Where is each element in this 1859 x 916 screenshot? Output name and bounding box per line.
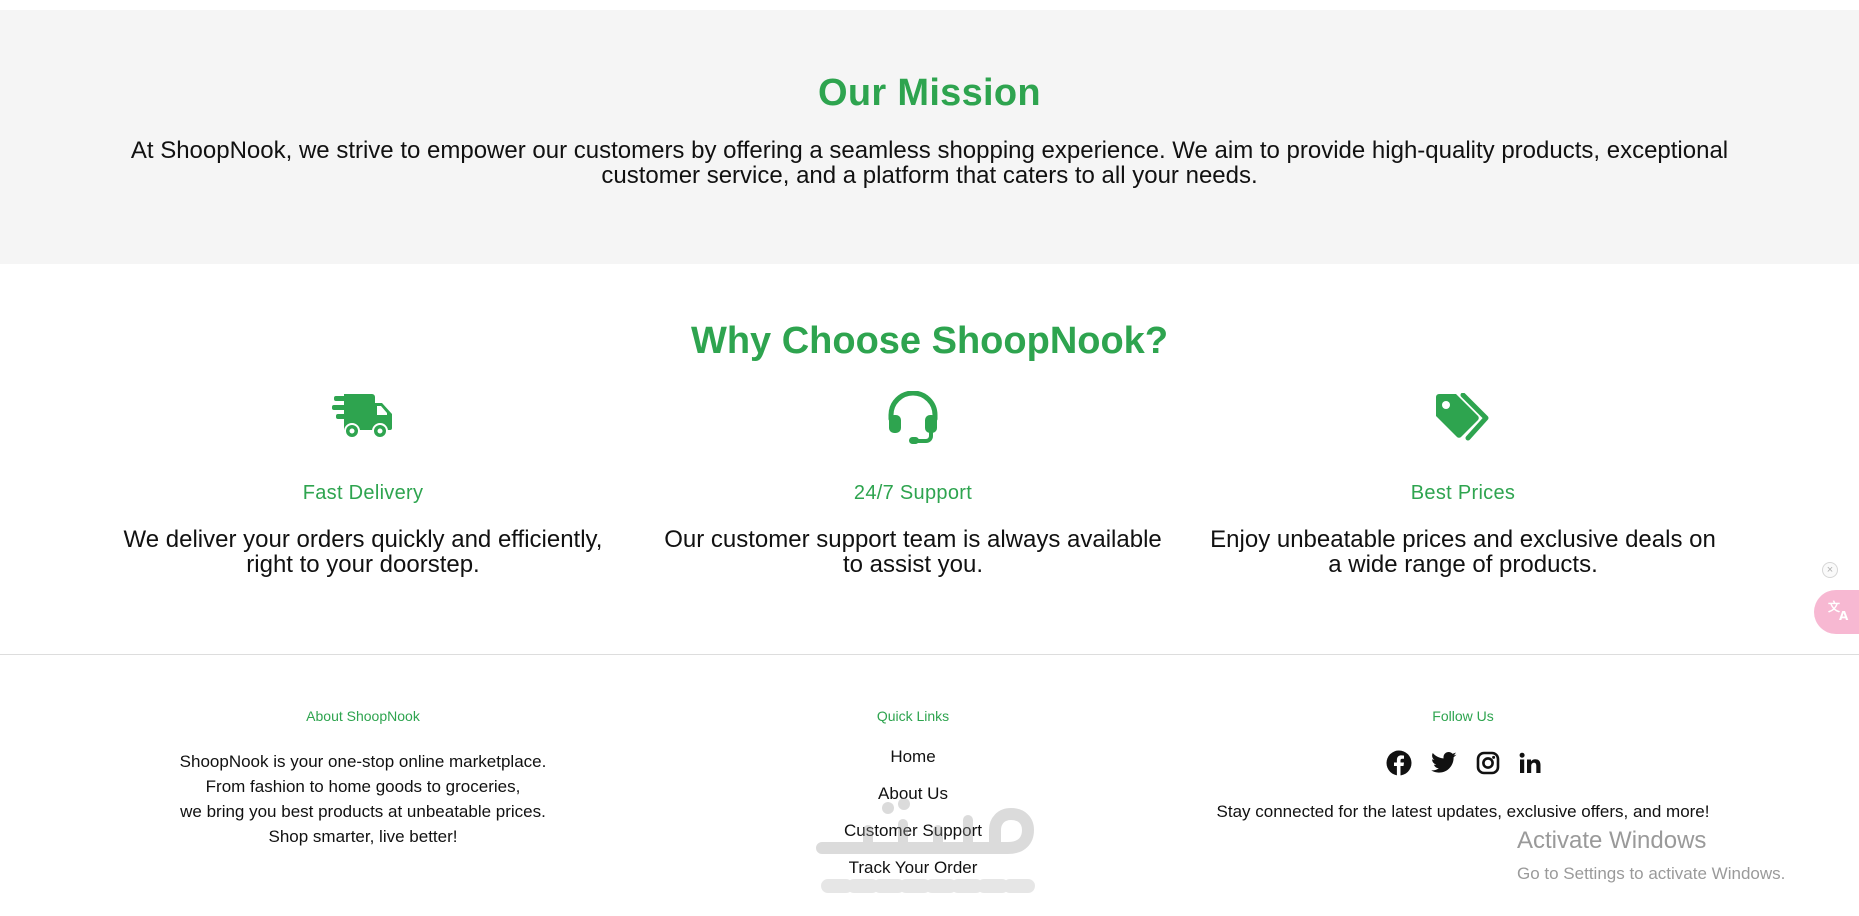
activate-windows-notice: Activate Windows Go to Settings to activ… — [1517, 826, 1785, 885]
about-line: ShoopNook is your one-stop online market… — [179, 752, 547, 771]
mission-text: At ShoopNook, we strive to empower our c… — [130, 137, 1729, 189]
page: Our Mission At ShoopNook, we strive to e… — [0, 0, 1859, 916]
footer-about: About ShoopNook ShoopNook is your one-st… — [103, 708, 623, 849]
about-line: Shop smarter, live better! — [268, 827, 458, 846]
activate-windows-title: Activate Windows — [1517, 827, 1707, 854]
svg-text:A: A — [1839, 609, 1849, 622]
truck-fast-icon — [83, 388, 643, 448]
social-links — [1203, 750, 1723, 776]
feature-support: 24/7 Support Our customer support team i… — [633, 388, 1193, 577]
footer-follow: Follow Us Stay connected for the latest … — [1203, 708, 1723, 824]
about-line: we bring you best products at unbeatable… — [180, 802, 546, 821]
facebook-icon[interactable] — [1386, 750, 1412, 776]
translate-widget-button[interactable]: 文 A — [1814, 590, 1859, 634]
translate-widget-close-button[interactable]: × — [1822, 562, 1838, 578]
about-line: From fashion to home goods to groceries, — [205, 777, 521, 796]
feature-text: We deliver your orders quickly and effic… — [123, 526, 603, 578]
feature-best-prices: Best Prices Enjoy unbeatable prices and … — [1183, 388, 1743, 577]
link-customer-support[interactable]: Customer Support — [653, 821, 1173, 841]
footer-about-heading: About ShoopNook — [306, 708, 420, 724]
feature-title: Best Prices — [1410, 482, 1516, 504]
headset-icon — [633, 388, 1193, 448]
footer-follow-heading: Follow Us — [1432, 708, 1494, 724]
linkedin-icon[interactable] — [1519, 752, 1541, 774]
activate-windows-subtitle: Go to Settings to activate Windows. — [1517, 864, 1786, 883]
footer-quick-links-heading: Quick Links — [876, 708, 950, 724]
feature-title: Fast Delivery — [302, 482, 424, 504]
tags-icon — [1183, 388, 1743, 448]
feature-text: Enjoy unbeatable prices and exclusive de… — [1210, 526, 1716, 578]
quick-links-list: Home About Us Customer Support Track You… — [653, 747, 1173, 878]
feature-fast-delivery: Fast Delivery We deliver your orders qui… — [83, 388, 643, 577]
feature-text: Our customer support team is always avai… — [664, 526, 1162, 578]
twitter-icon[interactable] — [1430, 752, 1457, 774]
feature-title: 24/7 Support — [853, 482, 973, 504]
translate-icon: 文 A — [1828, 598, 1852, 627]
instagram-icon[interactable] — [1476, 751, 1500, 775]
link-track-order[interactable]: Track Your Order — [653, 858, 1173, 878]
link-about-us[interactable]: About Us — [653, 784, 1173, 804]
footer-divider — [0, 654, 1859, 655]
mission-title: Our Mission — [818, 72, 1041, 114]
footer-about-text: ShoopNook is your one-stop online market… — [103, 749, 623, 849]
why-choose-title: Why Choose ShoopNook? — [690, 320, 1169, 362]
footer-quick-links: Quick Links Home About Us Customer Suppo… — [653, 708, 1173, 895]
mission-section: Our Mission At ShoopNook, we strive to e… — [0, 10, 1859, 264]
link-home[interactable]: Home — [653, 747, 1173, 767]
follow-text: Stay connected for the latest updates, e… — [1216, 802, 1710, 821]
